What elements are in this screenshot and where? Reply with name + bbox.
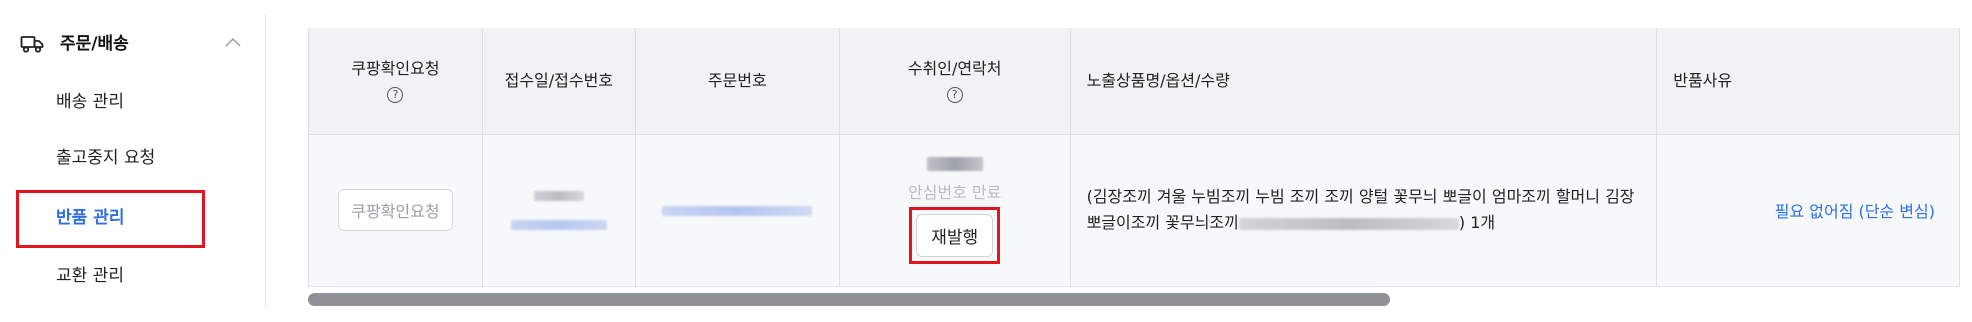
cell-return-reason: 필요 없어짐 (단순 변심) — [1656, 134, 1960, 287]
col-header-receipt: 접수일/접수번호 — [482, 28, 636, 135]
cell-recipient: 안심번호 만료 재발행 — [839, 134, 1071, 287]
sidebar-item-exchange-management[interactable]: 교환 관리 — [56, 256, 124, 296]
coupang-check-request-button[interactable]: 쿠팡확인요청 — [338, 189, 453, 231]
col-header-label: 노출상품명/옵션/수량 — [1086, 70, 1230, 90]
sidebar-section-label: 주문/배송 — [60, 34, 129, 54]
redacted-order-number-link[interactable] — [662, 205, 813, 216]
redacted-product-option — [1238, 217, 1459, 230]
cell-receipt — [482, 134, 636, 287]
col-header-coupang-check: 쿠팡확인요청 ? — [308, 28, 483, 135]
screen: 주문/배송 배송 관리 출고중지 요청 반품 관리 교환 관리 쿠팡확인요청 ? — [0, 0, 1972, 322]
highlight-box-return-management — [16, 190, 205, 248]
redacted-recipient-name — [926, 157, 983, 171]
sidebar: 주문/배송 배송 관리 출고중지 요청 반품 관리 교환 관리 — [14, 14, 266, 308]
chevron-up-icon[interactable] — [224, 36, 242, 50]
col-header-label: 쿠팡확인요청 — [351, 58, 440, 78]
table-row: 쿠팡확인요청 안심번호 만료 재발행 (김장조끼 겨울 누빔조끼 누빔 조끼 조… — [308, 134, 1960, 287]
question-circle-icon[interactable]: ? — [387, 86, 404, 103]
returns-table-container: 쿠팡확인요청 ? 접수일/접수번호 주문번호 수취인/연락처 ? 노출상품명/옵 — [308, 14, 1960, 308]
col-header-return-reason: 반품사유 — [1656, 28, 1960, 135]
question-circle-icon[interactable]: ? — [946, 86, 963, 103]
col-header-label: 반품사유 — [1673, 70, 1733, 90]
reissue-button[interactable]: 재발행 — [916, 214, 994, 257]
product-quantity-text: ) 1개 — [1458, 213, 1496, 232]
col-header-label: 접수일/접수번호 — [504, 70, 614, 90]
sidebar-item-stop-release-request[interactable]: 출고중지 요청 — [56, 138, 155, 178]
horizontal-scrollbar-thumb[interactable] — [308, 293, 1390, 306]
sidebar-item-shipping-management[interactable]: 배송 관리 — [56, 82, 124, 122]
redacted-receipt-date — [533, 191, 584, 201]
col-header-recipient: 수취인/연락처 ? — [839, 28, 1071, 135]
col-header-product: 노출상품명/옵션/수량 — [1070, 28, 1658, 135]
truck-icon — [20, 36, 44, 53]
cell-product: (김장조끼 겨울 누빔조끼 누빔 조끼 조끼 양털 꽃무늬 뽀글이 엄마조끼 할… — [1070, 134, 1658, 287]
col-header-label: 주문번호 — [707, 70, 767, 90]
highlight-box-reissue: 재발행 — [909, 207, 1001, 264]
sidebar-section-order-shipping[interactable]: 주문/배송 — [14, 24, 265, 64]
horizontal-scrollbar[interactable] — [308, 292, 1960, 308]
returns-table: 쿠팡확인요청 ? 접수일/접수번호 주문번호 수취인/연락처 ? 노출상품명/옵 — [308, 28, 1960, 287]
safe-number-status: 안심번호 만료 — [907, 183, 1002, 202]
cell-coupang-check: 쿠팡확인요청 — [308, 134, 483, 287]
return-reason-link[interactable]: 필요 없어짐 (단순 변심) — [1775, 202, 1935, 221]
col-header-order-number: 주문번호 — [635, 28, 840, 135]
cell-order-number — [635, 134, 840, 287]
table-header-row: 쿠팡확인요청 ? 접수일/접수번호 주문번호 수취인/연락처 ? 노출상품명/옵 — [308, 28, 1960, 135]
col-header-label: 수취인/연락처 — [907, 58, 1002, 78]
redacted-receipt-number-link[interactable] — [510, 220, 607, 230]
